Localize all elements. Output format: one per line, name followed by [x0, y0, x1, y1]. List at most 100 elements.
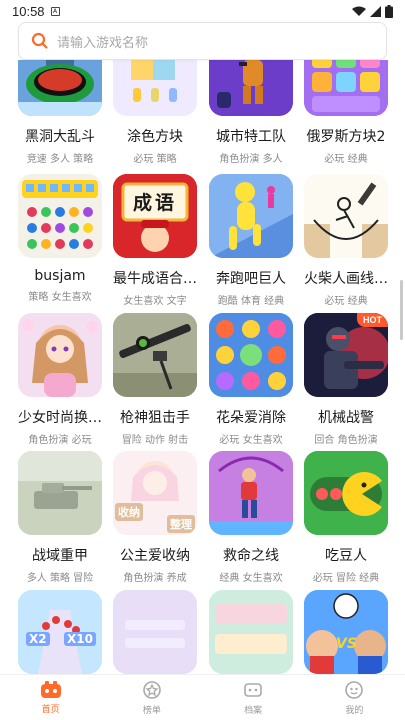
game-card[interactable]: VS: [298, 590, 394, 674]
game-title: 俄罗斯方块2: [306, 129, 386, 145]
game-grid: 黑洞大乱斗 竞速 多人 策略 涂色方块 必玩 策略 城市特工队 角色扮演 多人 …: [0, 60, 405, 674]
game-thumbnail[interactable]: [304, 60, 388, 116]
game-card[interactable]: 黑洞大乱斗 竞速 多人 策略: [12, 60, 108, 165]
game-thumbnail[interactable]: [18, 451, 102, 535]
game-thumbnail[interactable]: 收纳 整理: [113, 451, 197, 535]
game-title: 奔跑吧巨人: [216, 271, 286, 287]
game-card[interactable]: 城市特工队 角色扮演 多人: [203, 60, 299, 165]
home-icon: [40, 680, 61, 698]
game-card[interactable]: 花朵爱消除 必玩 女生喜欢: [203, 313, 299, 446]
thumbnail-text: 整理: [167, 515, 195, 533]
game-card[interactable]: 战域重甲 多人 策略 冒险: [12, 451, 108, 584]
game-title: 火柴人画线…: [304, 271, 388, 287]
status-icons: [352, 4, 393, 18]
game-thumbnail[interactable]: [209, 313, 293, 397]
game-card[interactable]: 俄罗斯方块2 必玩 经典: [298, 60, 394, 165]
search-icon: [31, 32, 48, 49]
game-tags: 回合 角色扮演: [314, 435, 378, 446]
tab-profile[interactable]: 我的: [304, 675, 405, 720]
game-thumbnail[interactable]: [113, 60, 197, 116]
status-bar: 10:58 A: [0, 0, 405, 22]
game-title: 救命之线: [223, 548, 279, 564]
game-tags: 角色扮演 必玩: [28, 435, 92, 446]
game-title: 吃豆人: [325, 548, 367, 564]
game-thumbnail[interactable]: 成语: [113, 174, 197, 258]
game-tags: 必玩 冒险 经典: [312, 573, 380, 584]
game-title: 战域重甲: [32, 548, 88, 564]
tab-label: 首页: [41, 704, 60, 715]
scrollbar[interactable]: [400, 280, 403, 340]
game-thumbnail[interactable]: [304, 174, 388, 258]
game-card[interactable]: 奔跑吧巨人 跑酷 体育 经典: [203, 174, 299, 307]
game-card[interactable]: X2 X10: [12, 590, 108, 674]
game-card[interactable]: [203, 590, 299, 674]
game-thumbnail[interactable]: [113, 590, 197, 674]
game-title: 枪神狙击手: [120, 410, 190, 426]
game-tags: 女生喜欢 文字: [123, 296, 187, 307]
game-thumbnail[interactable]: [209, 451, 293, 535]
thumbnail-text: X2: [26, 632, 50, 646]
hot-badge: HOT: [357, 313, 388, 327]
game-title: 公主爱收纳: [120, 548, 190, 564]
game-thumbnail[interactable]: [18, 313, 102, 397]
game-card[interactable]: HOT 机械战警 回合 角色扮演: [298, 313, 394, 446]
game-thumbnail[interactable]: [18, 60, 102, 116]
game-thumbnail[interactable]: [209, 590, 293, 674]
game-tags: 策略 女生喜欢: [28, 292, 92, 303]
game-tags: 角色扮演 养成: [123, 573, 187, 584]
thumbnail-text: 成语: [132, 192, 177, 214]
game-card[interactable]: 涂色方块 必玩 策略: [107, 60, 203, 165]
tab-label: 我的: [345, 705, 364, 716]
game-thumbnail[interactable]: HOT: [304, 313, 388, 397]
game-title: 机械战警: [318, 410, 374, 426]
game-title: busjam: [34, 268, 86, 284]
ranking-icon: [143, 680, 161, 699]
game-tags: 必玩 经典: [324, 296, 368, 307]
game-card[interactable]: 吃豆人 必玩 冒险 经典: [298, 451, 394, 584]
game-thumbnail[interactable]: [18, 174, 102, 258]
game-card[interactable]: 救命之线 经典 女生喜欢: [203, 451, 299, 584]
tab-archive[interactable]: 档案: [203, 675, 304, 720]
game-title: 花朵爱消除: [216, 410, 286, 426]
game-tags: 竞速 多人 策略: [26, 154, 94, 165]
game-title: 城市特工队: [216, 129, 286, 145]
game-tags: 角色扮演 多人: [219, 154, 283, 165]
game-tags: 经典 女生喜欢: [219, 573, 283, 584]
game-thumbnail[interactable]: [304, 451, 388, 535]
thumbnail-text: X10: [64, 632, 96, 646]
tab-label: 档案: [244, 705, 263, 716]
tab-home[interactable]: 首页: [0, 675, 101, 720]
game-tags: 必玩 经典: [324, 154, 368, 165]
sim-icon: A: [50, 6, 60, 16]
game-card[interactable]: 收纳 整理 公主爱收纳 角色扮演 养成: [107, 451, 203, 584]
game-title: 涂色方块: [127, 129, 183, 145]
profile-icon: [345, 680, 364, 699]
battery-icon: [385, 4, 393, 18]
search-bar[interactable]: 请输入游戏名称: [18, 22, 387, 60]
game-tags: 跑酷 体育 经典: [217, 296, 285, 307]
archive-icon: [244, 682, 262, 697]
game-thumbnail[interactable]: [209, 174, 293, 258]
game-card[interactable]: busjam 策略 女生喜欢: [12, 174, 108, 303]
game-thumbnail[interactable]: [209, 60, 293, 116]
game-thumbnail[interactable]: [113, 313, 197, 397]
tab-label: 榜单: [142, 705, 161, 716]
game-card[interactable]: 成语 最牛成语合… 女生喜欢 文字: [107, 174, 203, 307]
game-card[interactable]: [107, 590, 203, 674]
game-card[interactable]: 火柴人画线… 必玩 经典: [298, 174, 394, 307]
bottom-tab-bar: 首页 榜单 档案 我的: [0, 674, 405, 720]
wifi-icon: [352, 6, 366, 16]
search-input[interactable]: 请输入游戏名称: [57, 32, 148, 51]
game-card[interactable]: 枪神狙击手 冒险 动作 射击: [107, 313, 203, 446]
game-title: 少女时尚换…: [18, 410, 102, 426]
game-card[interactable]: 少女时尚换… 角色扮演 必玩: [12, 313, 108, 446]
thumbnail-text: 收纳: [115, 503, 143, 521]
status-time: 10:58: [12, 3, 45, 19]
tab-ranking[interactable]: 榜单: [101, 675, 202, 720]
game-title: 最牛成语合…: [113, 271, 197, 287]
game-tags: 多人 策略 冒险: [26, 573, 94, 584]
game-thumbnail[interactable]: X2 X10: [18, 590, 102, 674]
game-thumbnail[interactable]: VS: [304, 590, 388, 674]
game-tags: 冒险 动作 射击: [121, 435, 189, 446]
game-tags: 必玩 策略: [133, 154, 177, 165]
